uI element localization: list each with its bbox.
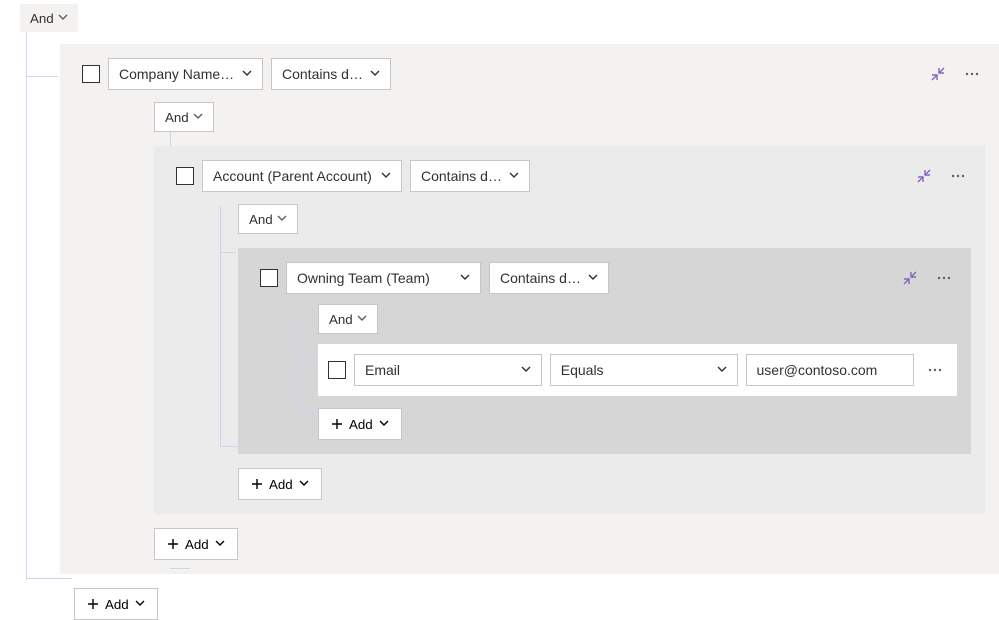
group-operator-label: And: [249, 212, 273, 227]
field-select-lvl2[interactable]: Account (Parent Account): [202, 160, 402, 192]
value-text: user@contoso.com: [757, 362, 878, 378]
operator-label: Equals: [561, 362, 604, 378]
field-select-lvl1[interactable]: Company Name (Accou...: [108, 58, 263, 90]
group-operator-lvl2[interactable]: And: [238, 204, 298, 234]
field-label: Email: [365, 362, 400, 378]
more-options-icon[interactable]: [931, 265, 957, 291]
add-button-root[interactable]: Add: [74, 588, 158, 620]
field-label: Company Name (Accou...: [119, 66, 236, 82]
chevron-down-icon: [299, 479, 309, 489]
row-checkbox[interactable]: [328, 361, 346, 379]
group-operator-root[interactable]: And: [20, 4, 78, 32]
chevron-down-icon: [58, 13, 68, 23]
operator-select-lvl3[interactable]: Contains data: [489, 262, 609, 294]
chevron-down-icon: [460, 273, 470, 283]
operator-label: Contains data: [282, 66, 364, 82]
group-operator-lvl3[interactable]: And: [318, 304, 378, 334]
group-operator-lvl1[interactable]: And: [154, 102, 214, 132]
condition-value-input[interactable]: user@contoso.com: [746, 354, 915, 386]
chevron-down-icon: [193, 112, 203, 122]
chevron-down-icon: [357, 314, 367, 324]
chevron-down-icon: [588, 273, 598, 283]
plus-icon: [167, 538, 179, 550]
add-label: Add: [105, 597, 129, 612]
condition-field-select[interactable]: Email: [354, 354, 542, 386]
condition-row: Email Equals user@contoso.: [318, 344, 957, 396]
chevron-down-icon: [381, 171, 391, 181]
related-entity-block-2: Account (Parent Account) Contains data: [154, 146, 985, 514]
operator-label: Contains data: [421, 168, 503, 184]
add-label: Add: [349, 417, 373, 432]
collapse-icon[interactable]: [897, 265, 923, 291]
related-entity-block-3: Owning Team (Team) Contains data: [238, 248, 971, 454]
group-operator-label: And: [329, 312, 353, 327]
add-button-lvl2[interactable]: Add: [238, 468, 322, 500]
field-select-lvl3[interactable]: Owning Team (Team): [286, 262, 481, 294]
row-checkbox[interactable]: [176, 167, 194, 185]
operator-select-lvl1[interactable]: Contains data: [271, 58, 391, 90]
collapse-icon[interactable]: [911, 163, 937, 189]
plus-icon: [87, 598, 99, 610]
add-button-lvl3[interactable]: Add: [318, 408, 402, 440]
group-operator-label: And: [165, 110, 189, 125]
row-checkbox[interactable]: [82, 65, 100, 83]
add-button-lvl1[interactable]: Add: [154, 528, 238, 560]
operator-label: Contains data: [500, 270, 582, 286]
field-label: Owning Team (Team): [297, 270, 430, 286]
add-label: Add: [269, 477, 293, 492]
more-options-icon[interactable]: [922, 357, 947, 383]
related-entity-block-1: Company Name (Accou... Contains data And: [60, 44, 999, 574]
plus-icon: [251, 478, 263, 490]
chevron-down-icon: [379, 419, 389, 429]
chevron-down-icon: [215, 539, 225, 549]
chevron-down-icon: [277, 214, 287, 224]
chevron-down-icon: [242, 69, 252, 79]
plus-icon: [331, 418, 343, 430]
group-operator-label: And: [30, 11, 54, 26]
operator-select-lvl2[interactable]: Contains data: [410, 160, 530, 192]
collapse-icon[interactable]: [925, 61, 951, 87]
chevron-down-icon: [370, 69, 380, 79]
add-label: Add: [185, 537, 209, 552]
more-options-icon[interactable]: [959, 61, 985, 87]
more-options-icon[interactable]: [945, 163, 971, 189]
condition-operator-select[interactable]: Equals: [550, 354, 738, 386]
chevron-down-icon: [135, 599, 145, 609]
chevron-down-icon: [509, 171, 519, 181]
chevron-down-icon: [521, 365, 531, 375]
row-checkbox[interactable]: [260, 269, 278, 287]
field-label: Account (Parent Account): [213, 168, 372, 184]
chevron-down-icon: [717, 365, 727, 375]
